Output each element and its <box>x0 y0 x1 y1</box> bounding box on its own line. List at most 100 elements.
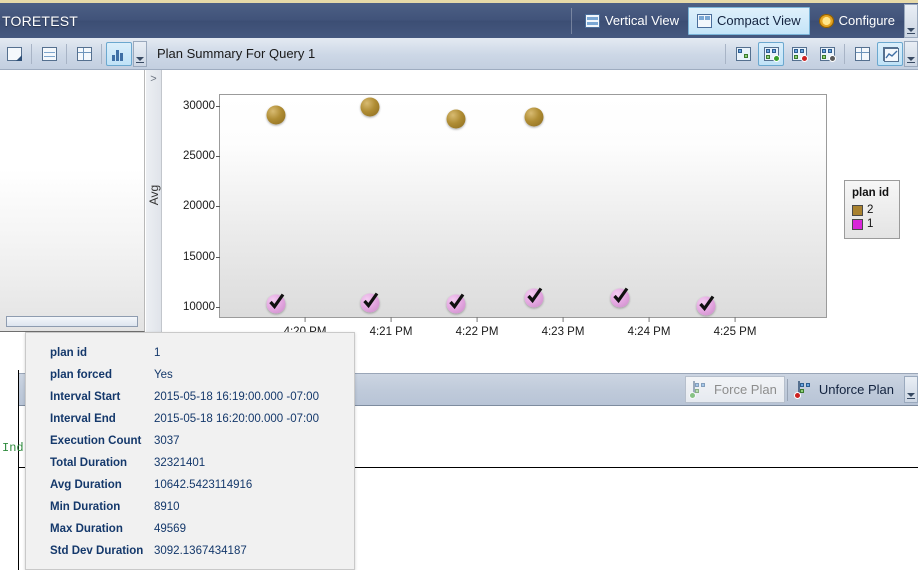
tooltip-row: Max Duration49569 <box>50 519 354 539</box>
chart-data-point[interactable] <box>697 297 716 316</box>
tooltip-row: plan id1 <box>50 343 354 363</box>
unforce-plan-icon <box>792 47 807 61</box>
table-view-button[interactable] <box>71 42 97 66</box>
vertical-view-icon <box>585 14 600 28</box>
tooltip-key: Avg Duration <box>50 479 154 491</box>
magnifier-badge-icon <box>829 55 836 62</box>
unforce-plan-action-button[interactable]: Unforce Plan <box>790 376 902 403</box>
compare-plans-icon <box>820 47 835 61</box>
tooltip-row: Interval End2015-05-18 16:20:00.000 -07:… <box>50 409 354 429</box>
execution-plan-icon <box>736 47 751 61</box>
toolbar-divider-4 <box>725 44 726 64</box>
chevron-down-icon <box>907 57 915 61</box>
chart-plot-area[interactable]: 10000150002000025000300004:20 PM4:21 PM4… <box>219 94 827 318</box>
action-bar-overflow-button[interactable] <box>904 376 918 403</box>
table-icon <box>77 47 92 61</box>
window-title: TORETEST <box>0 13 78 29</box>
legend-title: plan id <box>852 187 892 199</box>
unforce-plan-action-label: Unforce Plan <box>819 382 894 397</box>
grid-results-button[interactable] <box>849 42 875 66</box>
tooltip-row: Execution Count3037 <box>50 431 354 451</box>
x-axis-tick: 4:22 PM <box>456 326 499 338</box>
title-bar: TORETEST Vertical View Compact View Conf… <box>0 0 918 38</box>
panel-splitter[interactable]: > Avg <box>146 70 162 332</box>
y-axis-title: Avg <box>147 185 161 205</box>
toolbar-divider-5 <box>844 44 845 64</box>
chart-data-point[interactable] <box>360 294 379 313</box>
chart-panel: 10000150002000025000300004:20 PM4:21 PM4… <box>162 70 918 370</box>
x-axis-tick: 4:25 PM <box>714 326 757 338</box>
y-axis-tick: 25000 <box>183 150 215 162</box>
legend-label: 2 <box>867 204 873 216</box>
force-plan-icon <box>764 47 779 61</box>
tooltip-key: Total Duration <box>50 457 154 469</box>
tooltip-value: Yes <box>154 369 173 381</box>
select-mode-button[interactable] <box>1 42 27 66</box>
tooltip-key: Std Dev Duration <box>50 545 154 557</box>
chart-data-point[interactable] <box>611 289 630 308</box>
tooltip-value: 32321401 <box>154 457 205 469</box>
chart-results-button[interactable] <box>877 42 903 66</box>
legend-swatch <box>852 205 863 216</box>
tooltip-row: Avg Duration10642.5423114916 <box>50 475 354 495</box>
left-panel-scrollbar[interactable] <box>6 316 138 327</box>
tooltip-row: plan forcedYes <box>50 365 354 385</box>
query-store-window: TORETEST Vertical View Compact View Conf… <box>0 0 918 570</box>
title-bar-overflow-button[interactable] <box>904 4 918 38</box>
tooltip-row: Min Duration8910 <box>50 497 354 517</box>
chart-data-point[interactable] <box>446 109 465 128</box>
show-plan-button[interactable] <box>730 42 756 66</box>
toolbar-divider-3 <box>101 44 102 64</box>
configure-label: Configure <box>839 13 895 28</box>
gear-icon <box>819 14 834 28</box>
results-grid-icon <box>855 47 870 61</box>
toolbar-left-overflow-button[interactable] <box>133 41 147 67</box>
tooltip-key: Interval Start <box>50 391 154 403</box>
chart-data-point[interactable] <box>525 288 544 307</box>
force-plan-action-button[interactable]: Force Plan <box>685 376 785 403</box>
vertical-view-button[interactable]: Vertical View <box>576 7 688 35</box>
tooltip-row: Std Dev Duration3092.1367434187 <box>50 541 354 561</box>
configure-button[interactable]: Configure <box>810 7 904 35</box>
title-bar-divider <box>571 8 572 34</box>
toolbar-right-overflow-button[interactable] <box>904 41 918 67</box>
y-axis-tick: 20000 <box>183 200 215 212</box>
legend-item-plan-2[interactable]: 2 <box>852 204 892 216</box>
x-axis-tick: 4:24 PM <box>628 326 671 338</box>
bar-chart-icon <box>112 47 127 61</box>
tooltip-value: 1 <box>154 347 160 359</box>
legend-label: 1 <box>867 218 873 230</box>
unforce-plan-button[interactable] <box>786 42 812 66</box>
chart-data-point[interactable] <box>525 108 544 127</box>
success-badge-icon <box>773 55 780 62</box>
compare-plans-button[interactable] <box>814 42 840 66</box>
chevron-down-icon <box>907 28 915 32</box>
chart-data-point[interactable] <box>267 106 286 125</box>
chart-view-button[interactable] <box>106 42 132 66</box>
chart-data-point[interactable] <box>267 294 286 313</box>
tooltip-value: 49569 <box>154 523 186 535</box>
forced-check-icon <box>447 293 465 311</box>
forced-check-icon <box>612 287 630 305</box>
results-chart-icon <box>883 47 898 61</box>
tooltip-key: plan forced <box>50 369 154 381</box>
legend-item-plan-1[interactable]: 1 <box>852 218 892 230</box>
grid-view-button[interactable] <box>36 42 62 66</box>
x-axis-tick: 4:23 PM <box>542 326 585 338</box>
compact-view-icon <box>697 14 712 28</box>
plan-summary-toolbar: Plan Summary For Query 1 <box>0 38 918 70</box>
forced-check-icon <box>526 286 544 304</box>
data-point-tooltip: plan id1plan forcedYesInterval Start2015… <box>25 332 355 570</box>
compact-view-button[interactable]: Compact View <box>688 7 810 35</box>
force-plan-button[interactable] <box>758 42 784 66</box>
content-area: > Avg 10000150002000025000300004:20 PM4:… <box>0 70 918 370</box>
chevron-underline <box>136 62 144 63</box>
chart-data-point[interactable] <box>446 295 465 314</box>
force-plan-icon <box>693 382 709 397</box>
tooltip-row: Total Duration32321401 <box>50 453 354 473</box>
toolbar-divider-2 <box>66 44 67 64</box>
expand-panel-icon[interactable]: > <box>150 73 156 85</box>
tooltip-key: Interval End <box>50 413 154 425</box>
chart-data-point[interactable] <box>360 97 379 116</box>
x-axis-tick: 4:21 PM <box>370 326 413 338</box>
